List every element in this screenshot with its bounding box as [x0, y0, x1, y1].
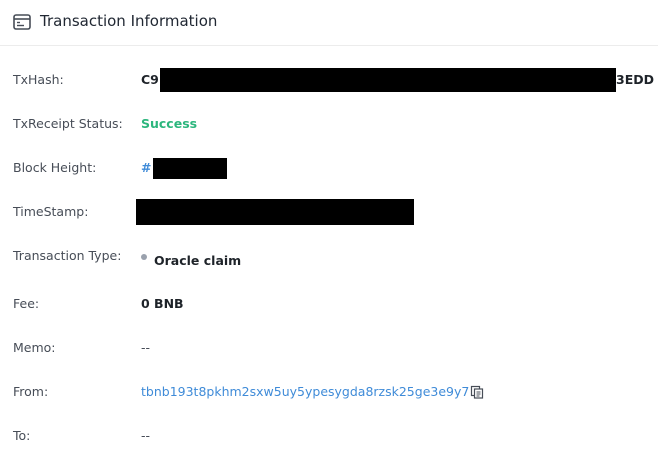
to-label: To: — [13, 428, 31, 443]
transaction-information-panel: Transaction Information TxHash: C91 3EDD… — [0, 0, 658, 460]
memo-value: -- — [141, 340, 151, 355]
memo-row: Memo: -- — [0, 337, 658, 361]
timestamp-label: TimeStamp: — [13, 204, 89, 219]
from-label: From: — [13, 384, 49, 399]
fee-row: Fee: 0 BNB — [0, 293, 658, 317]
fee-label: Fee: — [13, 296, 40, 311]
status-badge: Success — [141, 116, 198, 131]
to-row: To: -- — [0, 425, 658, 449]
card-icon — [13, 14, 31, 30]
block-height-prefix[interactable]: # — [141, 160, 151, 175]
receipt-status-label: TxReceipt Status: — [13, 116, 123, 131]
memo-label: Memo: — [13, 340, 56, 355]
transaction-type-value: Oracle claim — [154, 253, 242, 268]
timestamp-row: TimeStamp: — [0, 199, 658, 225]
txhash-value-end[interactable]: 3EDD — [616, 72, 654, 87]
receipt-status-row: TxReceipt Status: Success — [0, 113, 658, 137]
copy-icon[interactable] — [470, 385, 484, 399]
txhash-label: TxHash: — [13, 72, 64, 87]
block-height-row: Block Height: # — [0, 157, 658, 181]
txhash-row: TxHash: C91 3EDD — [0, 68, 658, 93]
block-height-redaction — [153, 158, 227, 179]
to-value: -- — [141, 428, 151, 443]
transaction-type-row: Transaction Type: Oracle claim — [0, 245, 658, 269]
transaction-type-label: Transaction Type: — [13, 248, 122, 263]
from-address-link[interactable]: tbnb193t8pkhm2sxw5uy5ypesygda8rzsk25ge3e… — [141, 384, 469, 399]
status-dot-icon — [141, 254, 147, 260]
timestamp-redaction — [136, 199, 414, 225]
block-height-label: Block Height: — [13, 160, 97, 175]
from-row: From: tbnb193t8pkhm2sxw5uy5ypesygda8rzsk… — [0, 381, 658, 405]
panel-title: Transaction Information — [40, 12, 218, 30]
txhash-redaction — [160, 68, 616, 92]
panel-header: Transaction Information — [0, 0, 658, 46]
fee-value: 0 BNB — [141, 296, 184, 311]
